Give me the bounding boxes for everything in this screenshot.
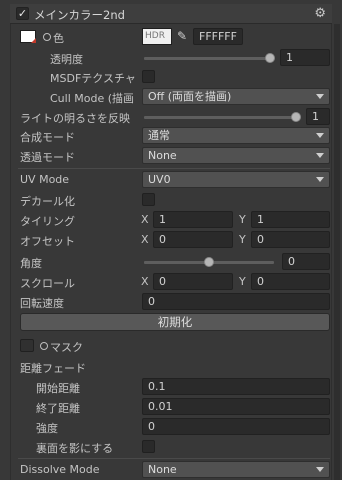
transparent-mode-dropdown[interactable]: None: [142, 147, 330, 164]
offset-label: オフセット: [20, 235, 75, 248]
section-title: メインカラー2nd: [34, 8, 125, 22]
offset-y-input[interactable]: 0: [251, 231, 330, 248]
transparency-row: 透明度 1: [10, 49, 332, 67]
chevron-down-icon: [316, 133, 324, 138]
tiling-row: タイリング X 1 Y 1: [10, 211, 332, 229]
mask-label: マスク: [50, 341, 83, 354]
uv-mode-dropdown[interactable]: UV0: [142, 171, 330, 188]
cull-mode-label: Cull Mode (描画: [50, 92, 135, 105]
dissolve-mode-value: None: [148, 463, 177, 476]
mask-row: マスク: [10, 337, 332, 355]
msdf-row: MSDFテクスチャ: [10, 68, 332, 86]
light-slider[interactable]: [144, 116, 296, 119]
hdr-button[interactable]: HDR: [142, 28, 172, 45]
rotation-speed-label: 回転速度: [20, 297, 64, 310]
fade-end-row: 終了距離 0.01: [10, 398, 332, 416]
tiling-x-input[interactable]: 1: [153, 211, 233, 228]
fade-strength-row: 強度 0: [10, 418, 332, 436]
backface-shadow-row: 裏面を影にする: [10, 438, 332, 456]
offset-x-label: X: [141, 233, 149, 246]
divider: [18, 458, 330, 459]
decal-row: デカール化: [10, 191, 332, 209]
distance-fade-row: 距離フェード: [10, 358, 332, 376]
cull-mode-row: Cull Mode (描画 Off (両面を描画): [10, 88, 332, 106]
backface-shadow-checkbox[interactable]: [142, 440, 155, 453]
transparency-input[interactable]: 1: [280, 49, 330, 66]
uv-mode-row: UV Mode UV0: [10, 171, 332, 189]
dissolve-row: Dissolve Mode None: [10, 461, 332, 479]
transparent-mode-value: None: [148, 149, 177, 162]
fade-start-label: 開始距離: [36, 382, 80, 395]
backface-shadow-label: 裏面を影にする: [36, 442, 114, 455]
gear-icon[interactable]: ⚙: [314, 6, 326, 21]
hex-color-input[interactable]: FFFFFF: [193, 28, 243, 45]
chevron-down-icon: [316, 94, 324, 99]
rotation-speed-input[interactable]: 0: [142, 293, 330, 310]
fade-strength-input[interactable]: 0: [142, 418, 330, 435]
dissolve-mode-dropdown[interactable]: None: [142, 461, 330, 478]
fade-start-row: 開始距離 0.1: [10, 378, 332, 396]
blend-mode-dropdown[interactable]: 通常: [142, 127, 330, 144]
cull-mode-value: Off (両面を描画): [148, 90, 232, 103]
cull-mode-dropdown[interactable]: Off (両面を描画): [142, 88, 330, 105]
decal-label: デカール化: [20, 195, 75, 208]
offset-y-label: Y: [239, 233, 246, 246]
fade-strength-label: 強度: [36, 422, 58, 435]
light-input[interactable]: 1: [306, 108, 330, 125]
scroll-y-input[interactable]: 0: [251, 273, 330, 290]
mask-texture-slot[interactable]: [20, 339, 34, 352]
angle-label: 角度: [20, 257, 42, 270]
msdf-label: MSDFテクスチャ: [50, 72, 136, 85]
tiling-y-label: Y: [239, 213, 246, 226]
dissolve-mode-label: Dissolve Mode: [20, 463, 100, 476]
eyedropper-icon[interactable]: ✎: [174, 28, 190, 45]
offset-x-input[interactable]: 0: [153, 231, 233, 248]
light-row: ライトの明るさを反映 1: [10, 108, 332, 126]
scrollbar[interactable]: [334, 24, 340, 480]
uv-mode-value: UV0: [148, 173, 171, 186]
divider: [18, 168, 330, 169]
scroll-y-label: Y: [239, 275, 246, 288]
scroll-label: スクロール: [20, 277, 75, 290]
transparency-slider-thumb[interactable]: [265, 53, 275, 63]
msdf-checkbox[interactable]: [142, 70, 155, 83]
tiling-label: タイリング: [20, 215, 75, 228]
chevron-down-icon: [316, 177, 324, 182]
color-swatch[interactable]: [20, 30, 36, 43]
fade-end-input[interactable]: 0.01: [142, 398, 330, 415]
rotation-speed-row: 回転速度 0: [10, 293, 332, 311]
fade-start-input[interactable]: 0.1: [142, 378, 330, 395]
scroll-x-input[interactable]: 0: [153, 273, 233, 290]
light-slider-thumb[interactable]: [291, 112, 301, 122]
reset-button[interactable]: 初期化: [20, 313, 330, 331]
chevron-down-icon: [316, 153, 324, 158]
chevron-down-icon: [316, 467, 324, 472]
main-color-2nd-checkbox[interactable]: ✓: [16, 7, 29, 20]
transparent-mode-row: 透過モード None: [10, 147, 332, 165]
fade-end-label: 終了距離: [36, 402, 80, 415]
blend-mode-label: 合成モード: [20, 131, 75, 144]
light-label: ライトの明るさを反映: [20, 112, 130, 125]
angle-input[interactable]: 0: [282, 253, 330, 270]
tiling-y-input[interactable]: 1: [251, 211, 330, 228]
transparency-label: 透明度: [50, 53, 83, 66]
blend-mode-row: 合成モード 通常: [10, 127, 332, 145]
decal-checkbox[interactable]: [142, 193, 155, 206]
color-label: 色: [53, 32, 64, 45]
tiling-x-label: X: [141, 213, 149, 226]
texture-slot-icon[interactable]: [40, 342, 48, 350]
transparency-slider[interactable]: [144, 57, 270, 60]
scroll-row: スクロール X 0 Y 0: [10, 273, 332, 291]
angle-row: 角度 0: [10, 253, 332, 271]
offset-row: オフセット X 0 Y 0: [10, 231, 332, 249]
texture-slot-icon[interactable]: [43, 33, 51, 41]
blend-mode-value: 通常: [148, 129, 170, 142]
distance-fade-label: 距離フェード: [20, 362, 86, 375]
uv-mode-label: UV Mode: [20, 173, 70, 186]
scroll-x-label: X: [141, 275, 149, 288]
angle-slider-thumb[interactable]: [204, 257, 214, 267]
section-header: ✓ メインカラー2nd ⚙: [10, 4, 332, 24]
transparent-mode-label: 透過モード: [20, 151, 75, 164]
color-row: 色 HDR ✎ FFFFFF: [10, 28, 332, 46]
